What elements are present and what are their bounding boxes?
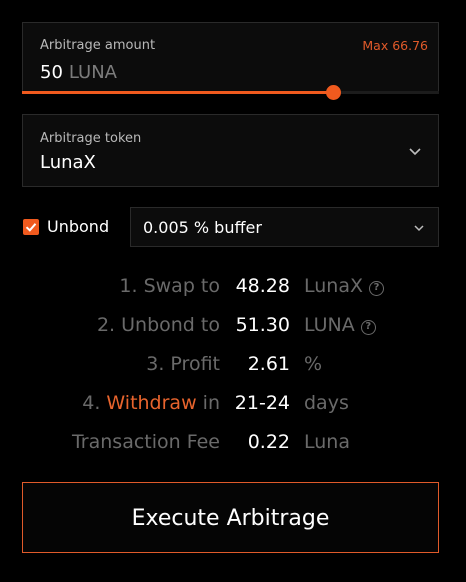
step-swap: 1. Swap to 48.28 LunaX? [0, 275, 466, 301]
arbitrage-panel: Arbitrage amount Max 66.76 50 LUNA Arbitr… [0, 0, 466, 582]
step-value: 21-24 [234, 392, 290, 414]
max-amount-button[interactable]: Max 66.76 [362, 38, 428, 53]
step-value: 0.22 [247, 431, 290, 453]
amount-unit: LUNA [68, 62, 117, 83]
step-value: 51.30 [235, 314, 290, 336]
step-unit-text: LunaX [304, 275, 363, 297]
buffer-value: 0.005 % buffer [143, 218, 262, 237]
step-unit: days [304, 392, 349, 414]
step-unit: LunaX? [304, 275, 384, 297]
step-label: 3. Profit [146, 353, 220, 375]
amount-value: 50 [40, 62, 63, 83]
arbitrage-amount-label: Arbitrage amount [40, 38, 156, 53]
chevron-down-icon [409, 148, 421, 156]
step-suffix: in [202, 392, 220, 414]
step-label: Transaction Fee [71, 431, 220, 453]
arbitrage-token-select[interactable]: Arbitrage token LunaX [22, 114, 439, 187]
arbitrage-amount-field[interactable]: Arbitrage amount Max 66.76 50 LUNA [22, 22, 439, 93]
checkmark-icon [25, 223, 37, 232]
step-label: 2. Unbond to [96, 314, 220, 336]
amount-slider[interactable] [22, 85, 439, 100]
chevron-down-icon [414, 225, 424, 232]
amount-slider-fill [22, 91, 335, 94]
step-unit: LUNA? [304, 314, 376, 336]
step-label: 1. Swap to [119, 275, 220, 297]
step-profit: 3. Profit 2.61 % [0, 353, 466, 379]
help-icon[interactable]: ? [360, 320, 376, 335]
step-unit: Luna [304, 431, 350, 453]
unbond-checkbox[interactable] [23, 219, 39, 235]
unbond-label[interactable]: Unbond [47, 217, 109, 236]
buffer-select[interactable]: 0.005 % buffer [130, 207, 439, 247]
amount-input[interactable]: 50 LUNA [40, 62, 117, 83]
help-icon[interactable]: ? [369, 281, 384, 296]
arbitrage-token-value: LunaX [40, 152, 96, 173]
step-unbond: 2. Unbond to 51.30 LUNA? [0, 314, 466, 340]
step-unit: % [304, 353, 323, 375]
withdraw-link[interactable]: Withdraw [106, 392, 196, 414]
step-unit-text: LUNA [304, 314, 355, 336]
transaction-fee: Transaction Fee 0.22 Luna [0, 431, 466, 457]
execute-arbitrage-button[interactable]: Execute Arbitrage [22, 482, 439, 553]
step-number: 4. [82, 392, 101, 414]
step-label: 4. Withdraw in [82, 392, 220, 414]
step-value: 48.28 [235, 275, 290, 297]
step-value: 2.61 [247, 353, 290, 375]
arbitrage-token-label: Arbitrage token [40, 131, 142, 146]
step-withdraw: 4. Withdraw in 21-24 days [0, 392, 466, 418]
amount-slider-thumb[interactable] [326, 85, 342, 100]
